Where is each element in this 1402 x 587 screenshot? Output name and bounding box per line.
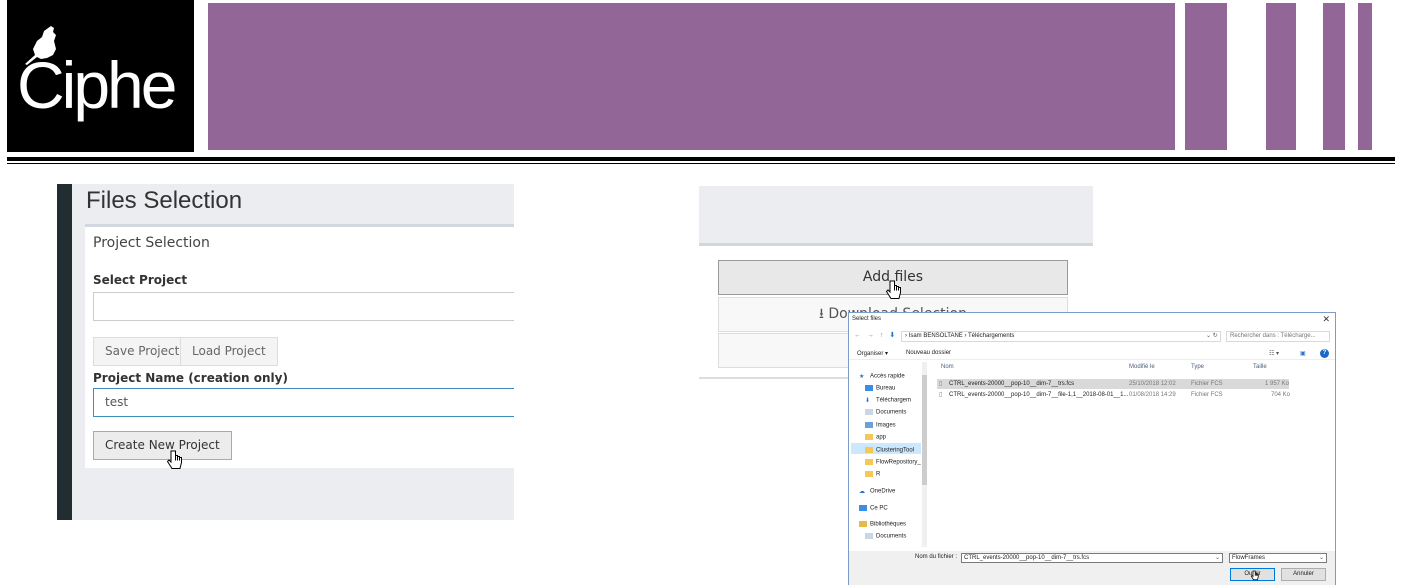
document-icon	[865, 533, 873, 539]
nav-item-this-pc[interactable]: Ce PC	[859, 505, 888, 512]
dialog-title: Select files	[852, 316, 882, 322]
folder-icon	[865, 471, 873, 477]
banner-stripe	[1358, 3, 1372, 150]
nav-item-onedrive[interactable]: ☁ OneDrive	[859, 488, 895, 495]
desktop-icon	[865, 385, 873, 391]
download-icon: ⭳	[819, 306, 829, 322]
filename-row: Nom du fichier : CTRL_events-20000__pop-…	[849, 551, 1335, 565]
file-type: Fichier FCS	[1191, 392, 1223, 398]
search-input[interactable]: Rechercher dans : Télécharge...	[1226, 331, 1330, 342]
header-banner	[208, 3, 1175, 150]
file-icon: ▯	[939, 392, 943, 398]
file-modified: 01/08/2018 14:29	[1129, 392, 1176, 398]
dialog-buttons: Ouvrir Annuler	[849, 565, 1335, 585]
column-size[interactable]: Taille	[1253, 364, 1267, 370]
nav-item-downloads[interactable]: ⬇ Téléchargem	[865, 397, 911, 404]
folder-icon	[865, 434, 873, 440]
panel-divider	[699, 377, 849, 379]
nav-item-r[interactable]: R	[865, 471, 880, 478]
new-folder-button[interactable]: Nouveau dossier	[906, 350, 951, 356]
file-row[interactable]: ▯ CTRL_events-20000__pop-10__dim-7__file…	[937, 390, 1291, 400]
filter-select[interactable]: FlowFrames	[1229, 553, 1327, 563]
download-icon: ⬇	[865, 398, 871, 404]
cloud-icon: ☁	[859, 489, 865, 495]
file-name: CTRL_events-20000__pop-10__dim-7__file-1…	[949, 392, 1129, 398]
nav-item-desktop[interactable]: Bureau	[865, 385, 895, 392]
save-project-button[interactable]: Save Project	[93, 337, 192, 366]
library-icon	[859, 521, 867, 527]
project-name-label: Project Name (creation only)	[93, 371, 288, 385]
select-files-dialog: Select files ✕ ← → ↑ ⬇ › Isam BENSOLTANE…	[848, 312, 1336, 585]
banner-stripe	[1266, 3, 1296, 150]
nav-item-app[interactable]: app	[865, 434, 886, 441]
nav-item-libraries[interactable]: Bibliothèques	[859, 521, 906, 528]
document-icon	[865, 409, 873, 415]
file-row[interactable]: ▯ CTRL_events-20000__pop-10__dim-7__trs.…	[937, 379, 1289, 389]
box-title: Project Selection	[93, 235, 210, 251]
banner-stripe	[1323, 3, 1345, 150]
hand-cursor-icon	[1251, 570, 1259, 581]
page-title: Files Selection	[86, 187, 243, 214]
project-name-input[interactable]: test	[93, 388, 514, 417]
header-divider	[7, 157, 1395, 161]
nav-item-clusteringtool[interactable]: ClusteringTool	[865, 447, 914, 454]
load-project-button[interactable]: Load Project	[180, 337, 278, 366]
image-icon	[865, 422, 873, 428]
header-divider-thin	[7, 163, 1395, 164]
view-icon[interactable]: ☷ ▾	[1269, 350, 1279, 357]
refresh-icon[interactable]: ⌄ ↻	[1206, 332, 1218, 339]
close-icon[interactable]: ✕	[1322, 314, 1330, 325]
nav-scrollbar-thumb[interactable]	[922, 375, 927, 485]
help-icon[interactable]: ?	[1320, 349, 1329, 358]
chevron-down-icon[interactable]: ⌄	[1215, 554, 1220, 561]
organise-menu[interactable]: Organiser ▾	[857, 350, 888, 357]
nav-item-documents[interactable]: Documents	[865, 409, 906, 416]
file-icon: ▯	[939, 381, 943, 387]
column-type[interactable]: Type	[1191, 364, 1204, 370]
app-sidebar	[57, 184, 72, 520]
computer-icon	[859, 505, 867, 511]
nav-item-flowrepository[interactable]: FlowRepository_	[865, 459, 921, 466]
files-selection-panel: Files Selection Project Selection Select…	[57, 184, 514, 520]
folder-icon	[865, 459, 873, 465]
column-modified[interactable]: Modifié le	[1129, 364, 1155, 370]
nav-item-lib-documents[interactable]: Documents	[865, 533, 906, 540]
create-project-button[interactable]: Create New Project	[93, 431, 232, 460]
upload-box-header	[699, 186, 1093, 246]
select-project-label: Select Project	[93, 273, 188, 287]
filename-label: Nom du fichier :	[915, 554, 958, 560]
file-size: 1 957 Ko	[1265, 381, 1290, 387]
select-project-input[interactable]	[93, 292, 514, 321]
chevron-down-icon[interactable]: ⌄	[1319, 554, 1324, 561]
banner-stripe	[1185, 3, 1227, 150]
file-size: 704 Ko	[1271, 392, 1291, 398]
filename-input[interactable]: CTRL_events-20000__pop-10__dim-7__trs.fc…	[961, 553, 1223, 563]
dialog-toolbar: Organiser ▾ Nouveau dossier ☷ ▾ ▣ ?	[849, 348, 1335, 360]
hand-cursor-icon	[167, 450, 182, 469]
ciphe-logo: Ciphe	[7, 0, 194, 152]
nav-item-quick-access[interactable]: ★ Accès rapide	[859, 373, 905, 380]
nav-item-images[interactable]: Images	[865, 422, 896, 429]
preview-pane-icon[interactable]: ▣	[1300, 350, 1306, 357]
column-name[interactable]: Nom	[941, 364, 954, 370]
file-modified: 25/10/2018 12:02	[1129, 381, 1176, 387]
hand-cursor-icon	[886, 280, 901, 299]
nav-arrows-icon[interactable]: ← → ↑ ⬇	[854, 331, 897, 339]
logo-text: Ciphe	[17, 48, 177, 122]
file-name: CTRL_events-20000__pop-10__dim-7__trs.fc…	[949, 381, 1075, 387]
file-type: Fichier FCS	[1191, 381, 1223, 387]
address-bar[interactable]: › Isam BENSOLTANE › Téléchargements	[901, 331, 1221, 342]
address-row: ← → ↑ ⬇ › Isam BENSOLTANE › Téléchargeme…	[849, 331, 1335, 343]
star-icon: ★	[859, 374, 865, 380]
cancel-button[interactable]: Annuler	[1281, 568, 1326, 581]
project-selection-box: Project Selection Select Project Save Pr…	[85, 224, 514, 468]
folder-icon	[865, 447, 873, 453]
